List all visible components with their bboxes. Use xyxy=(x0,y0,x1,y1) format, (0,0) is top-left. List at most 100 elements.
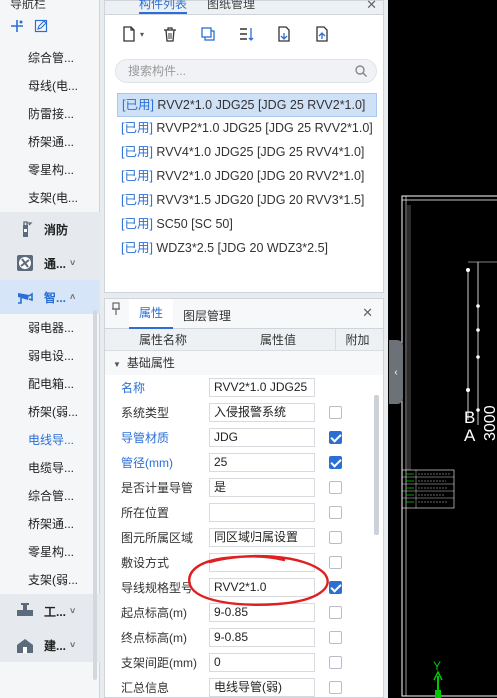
property-row: 终点标高(m) 9-0.85 xyxy=(105,625,383,650)
component-list-item[interactable]: [已用] WDZ3*2.5 [JDG 20 WDZ3*2.5] xyxy=(117,237,377,261)
add-checkbox[interactable] xyxy=(328,506,342,519)
nav-item[interactable]: 配电箱... xyxy=(0,370,100,398)
add-checkbox[interactable] xyxy=(328,556,342,569)
edit-icon[interactable] xyxy=(34,19,48,35)
nav-item[interactable]: 弱电器... xyxy=(0,314,100,342)
grid-label-a: A xyxy=(464,426,476,445)
nav-item[interactable]: 桥架通... xyxy=(0,510,100,538)
chevron-left-icon[interactable]: ‹ xyxy=(394,367,397,378)
property-value-field[interactable] xyxy=(209,503,315,522)
nav-scrollbar[interactable] xyxy=(93,310,97,680)
search-icon[interactable] xyxy=(354,64,368,81)
component-list-item[interactable]: [已用] RVV3*1.5 JDG20 [JDG 20 RVV3*1.5] xyxy=(117,189,377,213)
nav-item[interactable]: 防雷接... xyxy=(0,100,100,128)
chevron-up-icon[interactable]: ˄ xyxy=(70,292,75,302)
component-search xyxy=(115,59,377,83)
property-value-field[interactable]: 入侵报警系统 xyxy=(209,403,315,422)
property-value-field[interactable]: JDG xyxy=(209,428,315,447)
component-list-item[interactable]: [已用] SC50 [SC 50] xyxy=(117,213,377,237)
property-value-field[interactable]: 9-0.85 xyxy=(209,628,315,647)
property-value-field[interactable]: 9-0.85 xyxy=(209,603,315,622)
add-checkbox[interactable] xyxy=(328,431,342,444)
nav-category[interactable]: 消防 xyxy=(0,212,100,246)
delete-button[interactable] xyxy=(157,23,183,45)
nav-item[interactable]: 零星构... xyxy=(0,156,100,184)
used-tag: [已用] xyxy=(121,193,153,207)
cctv-camera-icon xyxy=(14,286,36,308)
property-value-field[interactable] xyxy=(209,553,315,572)
nav-category[interactable]: 通... ˅ xyxy=(0,246,100,280)
component-list-item[interactable]: [已用] RVV2*1.0 JDG20 [JDG 20 RVV2*1.0] xyxy=(117,165,377,189)
property-row: 系统类型 入侵报警系统 xyxy=(105,400,383,425)
add-checkbox[interactable] xyxy=(328,581,342,594)
close-icon[interactable]: ✕ xyxy=(362,305,373,321)
property-value-field[interactable]: 电线导管(弱) xyxy=(209,678,315,697)
sort-list-button[interactable] xyxy=(233,23,259,45)
pin-icon[interactable] xyxy=(111,302,121,319)
add-checkbox[interactable] xyxy=(328,681,342,694)
import-button[interactable] xyxy=(271,23,297,45)
property-row: 导管材质 JDG xyxy=(105,425,383,450)
component-list: [已用] RVV2*1.0 JDG25 [JDG 25 RVV2*1.0] [已用… xyxy=(117,93,377,261)
component-list-item[interactable]: [已用] RVV2*1.0 JDG25 [JDG 25 RVV2*1.0] xyxy=(117,93,377,117)
nav-item[interactable]: 电缆导... xyxy=(0,454,100,482)
add-checkbox[interactable] xyxy=(328,656,342,669)
property-value-field[interactable]: RVV2*1.0 JDG25 xyxy=(209,378,315,397)
property-value-field[interactable]: 是 xyxy=(209,478,315,497)
nav-category[interactable]: 工... ˅ xyxy=(0,594,100,628)
chevron-down-icon[interactable]: ˅ xyxy=(70,258,75,268)
property-value-field[interactable]: 同区域归属设置 xyxy=(209,528,315,547)
nav-item[interactable]: 弱电设... xyxy=(0,342,100,370)
ventilation-fan-icon xyxy=(14,252,36,274)
property-add-cell xyxy=(315,681,355,694)
nav-category[interactable]: 建... ˅ xyxy=(0,628,100,662)
search-input[interactable] xyxy=(116,60,336,82)
chevron-down-icon[interactable]: ˅ xyxy=(70,606,75,616)
add-sparkle-icon[interactable] xyxy=(10,19,24,35)
chevron-down-icon[interactable]: ˅ xyxy=(70,640,75,650)
add-checkbox[interactable] xyxy=(328,481,342,494)
property-name: 导线规格型号 xyxy=(121,581,194,595)
component-list-item[interactable]: [已用] RVVP2*1.0 JDG25 [JDG 25 RVV2*1.0] xyxy=(117,117,377,141)
nav-item[interactable]: 支架(电... xyxy=(0,184,100,212)
collapse-panel-handle[interactable]: ‹ xyxy=(389,340,403,404)
collapse-triangle-icon[interactable]: ▼ xyxy=(113,360,121,369)
nav-category-label: 建... xyxy=(44,638,67,653)
copy-icon xyxy=(201,27,215,41)
property-scrollbar[interactable] xyxy=(374,395,379,535)
component-name: RVV3*1.5 JDG20 [JDG 20 RVV3*1.5] xyxy=(152,193,365,207)
nav-item[interactable]: 支架(弱... xyxy=(0,566,100,594)
add-checkbox[interactable] xyxy=(328,531,342,544)
close-icon[interactable]: ✕ xyxy=(366,0,377,13)
nav-category[interactable]: 智... ˄ xyxy=(0,280,100,314)
add-checkbox[interactable] xyxy=(328,606,342,619)
property-value-field[interactable]: 0 xyxy=(209,653,315,672)
tab-layer-manage[interactable]: 图层管理 xyxy=(183,307,231,324)
nav-item[interactable]: 桥架通... xyxy=(0,128,100,156)
property-panel-tabs: 属性 图层管理 ✕ xyxy=(105,299,383,329)
new-component-button[interactable]: ▾ xyxy=(119,23,145,45)
nav-item[interactable]: 综合管... xyxy=(0,482,100,510)
section-basic-properties[interactable]: ▼ 基础属性 xyxy=(105,351,383,375)
nav-item[interactable]: 电线导... xyxy=(0,426,100,454)
nav-item[interactable]: 母线(电... xyxy=(0,72,100,100)
chevron-down-icon[interactable]: ▾ xyxy=(140,30,144,39)
component-list-item[interactable]: [已用] RVV4*1.0 JDG25 [JDG 25 RVV4*1.0] xyxy=(117,141,377,165)
export-button[interactable] xyxy=(309,23,335,45)
property-add-cell xyxy=(315,431,355,444)
nav-item[interactable]: 综合管... xyxy=(0,44,100,72)
add-checkbox[interactable] xyxy=(328,456,342,469)
property-value-field[interactable]: 25 xyxy=(209,453,315,472)
drawing-canvas[interactable]: B A 3000 Y xyxy=(388,0,497,698)
property-value-field[interactable]: RVV2*1.0 xyxy=(209,578,315,597)
section-title: 基础属性 xyxy=(126,356,175,370)
tab-drawing-manage[interactable]: 图纸管理 xyxy=(207,0,255,12)
tab-properties[interactable]: 属性 xyxy=(129,299,173,329)
nav-item[interactable]: 桥架(弱... xyxy=(0,398,100,426)
new-file-icon xyxy=(123,26,135,42)
copy-button[interactable] xyxy=(195,23,221,45)
add-checkbox[interactable] xyxy=(328,406,342,419)
add-checkbox[interactable] xyxy=(328,631,342,644)
nav-item[interactable]: 零星构... xyxy=(0,538,100,566)
tab-component-list[interactable]: 构件列表 xyxy=(139,0,188,14)
